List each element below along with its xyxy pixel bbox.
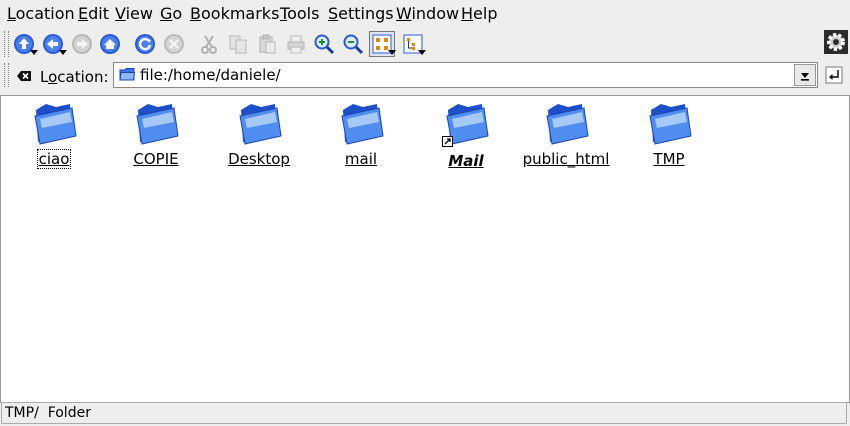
file-item[interactable]: COPIE	[108, 98, 204, 170]
file-label: Desktop	[228, 150, 290, 168]
paste-icon	[259, 34, 276, 54]
folder-icon	[341, 104, 384, 145]
file-item[interactable]: ciao	[6, 98, 102, 170]
location-field[interactable]	[113, 62, 818, 88]
menu-bar: Location Edit View Go Bookmarks Tools Se…	[0, 0, 850, 28]
location-bar-handle[interactable]	[4, 63, 9, 87]
file-item[interactable]: Desktop	[211, 98, 307, 170]
folder-icon	[649, 104, 692, 145]
file-label: public_html	[522, 150, 610, 168]
up-dropdown-arrow[interactable]	[30, 50, 38, 55]
status-bar: TMP/ Folder	[1, 402, 847, 424]
clear-location-button[interactable]	[16, 68, 32, 84]
clear-location-icon	[17, 71, 31, 81]
copy-button[interactable]	[225, 31, 251, 57]
print-button[interactable]	[283, 31, 309, 57]
zoom-out-icon	[343, 34, 364, 55]
reload-button[interactable]	[132, 31, 158, 57]
menu-tools[interactable]: Tools	[280, 4, 319, 24]
file-label: TMP	[653, 150, 685, 168]
scissors-icon	[201, 35, 217, 54]
file-item[interactable]: Mail	[418, 98, 514, 170]
file-item[interactable]: TMP	[621, 98, 717, 170]
back-dropdown-arrow[interactable]	[59, 50, 67, 55]
toolbar-handle[interactable]	[4, 31, 9, 57]
copy-icon	[229, 35, 247, 54]
home-button[interactable]	[97, 31, 123, 57]
paste-button[interactable]	[254, 31, 280, 57]
stop-icon	[164, 34, 184, 54]
enter-icon	[825, 66, 843, 84]
file-label: COPIE	[133, 150, 179, 168]
tree-view-dropdown-arrow[interactable]	[418, 50, 426, 55]
menu-location[interactable]: Location	[7, 4, 75, 24]
forward-button[interactable]	[69, 31, 95, 57]
folder-icon	[136, 104, 179, 145]
folder-icon	[239, 104, 282, 145]
chevron-down-icon	[801, 73, 809, 81]
menu-view[interactable]: View	[115, 4, 153, 24]
folder-icon	[119, 68, 136, 81]
location-bar: Location:	[0, 60, 850, 94]
file-label: Mail	[448, 152, 484, 170]
menu-window[interactable]: Window	[396, 4, 459, 24]
menu-edit[interactable]: Edit	[78, 4, 109, 24]
stop-button[interactable]	[161, 31, 187, 57]
file-label: ciao	[36, 149, 72, 169]
zoom-in-icon	[314, 34, 335, 55]
location-history-dropdown[interactable]	[794, 64, 816, 86]
location-input[interactable]	[140, 65, 780, 85]
zoom-out-button[interactable]	[340, 31, 366, 57]
file-label: mail	[344, 150, 378, 168]
folder-icon	[546, 104, 589, 145]
location-label: Location:	[40, 68, 109, 86]
menu-go[interactable]: Go	[160, 4, 182, 24]
printer-icon	[287, 35, 305, 54]
file-item[interactable]: public_html	[518, 98, 614, 170]
home-icon	[100, 34, 120, 54]
go-button[interactable]	[824, 65, 844, 85]
reload-icon	[135, 34, 155, 54]
cut-button[interactable]	[196, 31, 222, 57]
toolbar	[0, 28, 850, 60]
file-icon-view[interactable]: ciao COPIE Desktop mail Mail public_html…	[0, 95, 850, 403]
file-item[interactable]: mail	[313, 98, 409, 170]
icon-view-dropdown-arrow[interactable]	[388, 50, 396, 55]
menu-help[interactable]: Help	[461, 4, 497, 24]
arrow-right-icon	[72, 34, 92, 54]
menu-settings[interactable]: Settings	[328, 4, 394, 24]
zoom-in-button[interactable]	[311, 31, 337, 57]
folder-icon	[34, 104, 77, 145]
gear-icon	[827, 33, 845, 51]
menu-bookmarks[interactable]: Bookmarks	[190, 4, 279, 24]
throbber[interactable]	[824, 30, 848, 54]
symlink-icon	[442, 136, 453, 147]
